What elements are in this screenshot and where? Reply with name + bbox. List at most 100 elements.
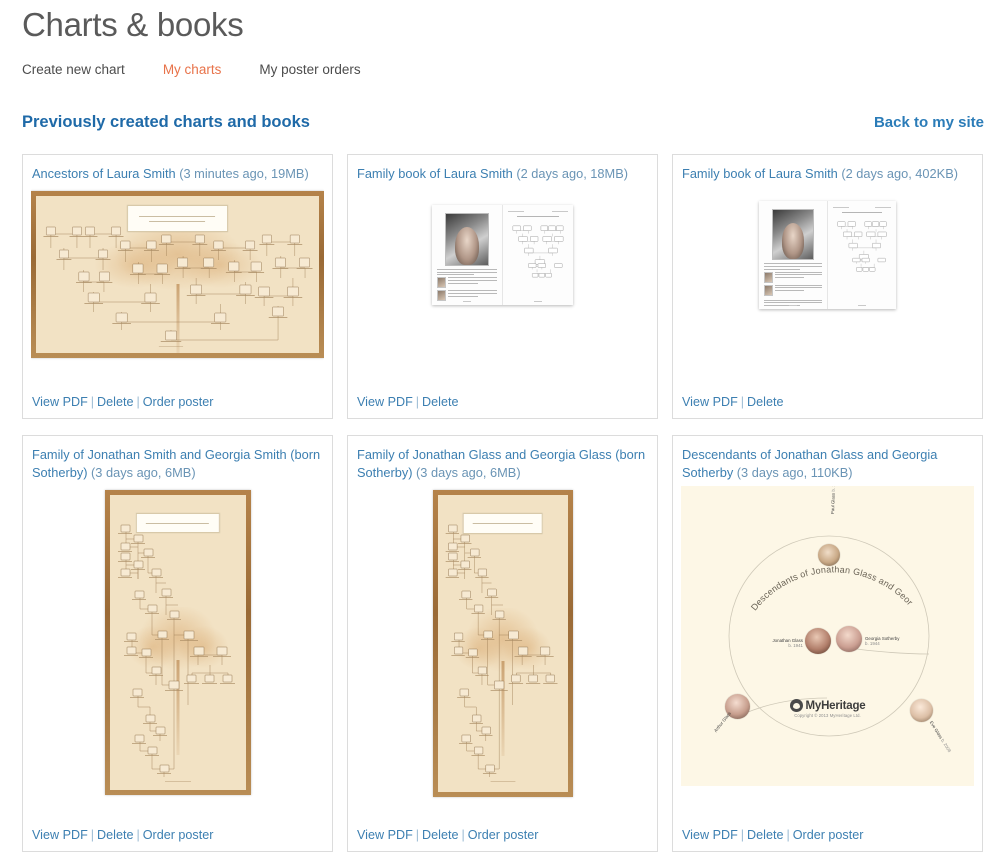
node-name: Georgia Sotherby [865, 636, 900, 641]
book-right-page [828, 201, 896, 309]
card-title-link[interactable]: Ancestors of Laura Smith (3 minutes ago,… [31, 165, 324, 183]
card-actions: View PDF | Delete | Order poster [356, 822, 649, 851]
view-pdf-link[interactable]: View PDF [682, 395, 738, 409]
view-pdf-link[interactable]: View PDF [32, 395, 88, 409]
card-title-link[interactable]: Family book of Laura Smith (2 days ago, … [681, 165, 974, 183]
order-poster-link[interactable]: Order poster [468, 828, 539, 842]
chart-card: Family book of Laura Smith (2 days ago, … [672, 154, 983, 419]
node-name: Jonathan Glass [772, 638, 803, 643]
charts-and-books-page: Charts & books Create new chart My chart… [0, 0, 1006, 864]
main-nav: Create new chart My charts My poster ord… [22, 62, 984, 77]
myheritage-wordmark: MyHeritage [805, 699, 866, 712]
book-family-tree-diagram [837, 221, 887, 272]
action-separator: | [740, 395, 745, 409]
myheritage-logo: MyHeritage Copyright © 2013 MyHeritage L… [789, 699, 866, 718]
card-thumbnail[interactable]: Descendants of Jonathan Glass and Georgi… [681, 482, 974, 822]
page-number [432, 301, 502, 302]
chart-card: Descendants of Jonathan Glass and Georgi… [672, 435, 983, 852]
nav-create-new-chart[interactable]: Create new chart [22, 62, 125, 77]
card-thumbnail[interactable] [681, 183, 974, 389]
avatar [910, 699, 933, 722]
card-actions: View PDF | Delete | Order poster [681, 822, 974, 851]
text-lines [437, 269, 497, 276]
card-meta: (2 days ago, 18MB) [516, 166, 629, 181]
delete-link[interactable]: Delete [422, 828, 458, 842]
back-to-my-site-link[interactable]: Back to my site [874, 114, 984, 131]
delete-link[interactable]: Delete [747, 395, 783, 409]
charts-grid: Ancestors of Laura Smith (3 minutes ago,… [22, 154, 984, 852]
avatar [818, 544, 840, 566]
view-pdf-link[interactable]: View PDF [32, 828, 88, 842]
book-family-tree-diagram [512, 225, 564, 278]
card-title-link[interactable]: Descendants of Jonathan Glass and Georgi… [681, 446, 974, 482]
mini-photo-row [437, 277, 497, 289]
book-page-header [833, 207, 891, 208]
fan-chart-curved-title: Descendants of Jonathan Glass and Georgi… [681, 486, 915, 612]
card-meta: (3 days ago, 6MB) [416, 465, 521, 480]
card-title-link[interactable]: Family of Jonathan Glass and Georgia Gla… [356, 446, 649, 482]
section-title: Previously created charts and books [22, 113, 310, 131]
card-name: Ancestors of Laura Smith [32, 166, 176, 181]
framed-poster-vertical [104, 490, 251, 795]
card-thumbnail[interactable] [356, 482, 649, 822]
book-caption [517, 216, 559, 217]
page-number [759, 305, 827, 306]
page-number [828, 305, 896, 306]
book-left-page [759, 201, 828, 309]
action-separator: | [461, 828, 465, 842]
book-right-page [503, 205, 573, 305]
card-actions: View PDF | Delete | Order poster [31, 822, 324, 851]
card-thumbnail[interactable] [31, 183, 324, 389]
card-meta: (2 days ago, 402KB) [841, 166, 958, 181]
chart-card: Family of Jonathan Glass and Georgia Gla… [347, 435, 658, 852]
node-sub: b. 1964 [831, 486, 837, 492]
copyright-text: Copyright © 2013 MyHeritage Ltd. [794, 713, 861, 718]
mini-photo-row [437, 290, 497, 302]
action-separator: | [90, 395, 95, 409]
delete-link[interactable]: Delete [422, 395, 458, 409]
framed-poster-vertical [432, 490, 573, 797]
action-separator: | [136, 828, 140, 842]
mini-photo [764, 271, 773, 283]
framed-poster-horizontal [31, 191, 324, 358]
poster-title-plate [135, 512, 220, 534]
order-poster-link[interactable]: Order poster [143, 828, 214, 842]
book-left-page [432, 205, 503, 305]
page-title: Charts & books [22, 6, 244, 43]
open-book-spread [432, 205, 573, 305]
vertical-family-tree-diagram [445, 524, 557, 782]
book-caption [841, 212, 883, 213]
view-pdf-link[interactable]: View PDF [357, 828, 413, 842]
mini-photo-row [764, 284, 822, 296]
card-meta: (3 minutes ago, 19MB) [179, 166, 309, 181]
card-thumbnail[interactable] [31, 482, 324, 822]
mini-photo [437, 290, 446, 302]
action-separator: | [90, 828, 95, 842]
delete-link[interactable]: Delete [97, 395, 133, 409]
view-pdf-link[interactable]: View PDF [682, 828, 738, 842]
delete-link[interactable]: Delete [97, 828, 133, 842]
action-separator: | [415, 828, 420, 842]
card-actions: View PDF | Delete | Order poster [31, 389, 324, 418]
card-title-link[interactable]: Family book of Laura Smith (2 days ago, … [356, 165, 649, 183]
nav-my-charts[interactable]: My charts [163, 62, 222, 77]
card-thumbnail[interactable] [356, 183, 649, 389]
open-book-spread [759, 201, 896, 309]
card-title-link[interactable]: Family of Jonathan Smith and Georgia Smi… [31, 446, 324, 482]
chart-card: Family book of Laura Smith (2 days ago, … [347, 154, 658, 419]
myheritage-leaf-icon [789, 699, 803, 712]
card-actions: View PDF | Delete [356, 389, 649, 418]
mini-photo [764, 284, 773, 296]
nav-my-poster-orders[interactable]: My poster orders [259, 62, 360, 77]
order-poster-link[interactable]: Order poster [793, 828, 864, 842]
delete-link[interactable]: Delete [747, 828, 783, 842]
chart-card: Family of Jonathan Smith and Georgia Smi… [22, 435, 333, 852]
card-meta: (3 days ago, 6MB) [91, 465, 196, 480]
card-name: Family book of Laura Smith [357, 166, 513, 181]
action-separator: | [740, 828, 745, 842]
svg-text:Descendants of Jonathan Glass: Descendants of Jonathan Glass and Georgi… [681, 486, 915, 612]
card-meta: (3 days ago, 110KB) [736, 465, 853, 480]
order-poster-link[interactable]: Order poster [143, 395, 214, 409]
section-header: Previously created charts and books Back… [22, 113, 984, 132]
view-pdf-link[interactable]: View PDF [357, 395, 413, 409]
